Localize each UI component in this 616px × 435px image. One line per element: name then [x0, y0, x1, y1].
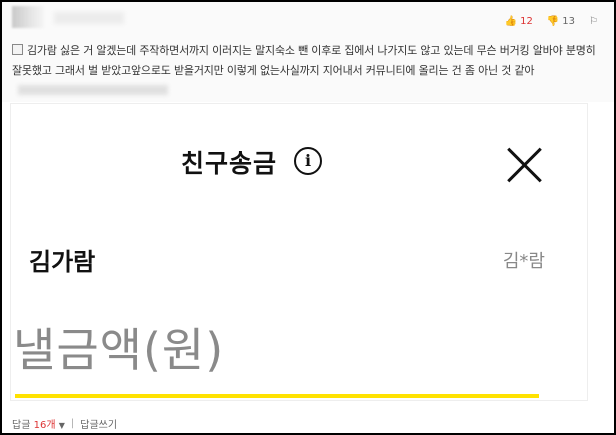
comment-body: 김가람 싫은 거 알겠는데 주작하면서까지 이러지는 말지숙소 뺀 이후로 집에…: [12, 41, 608, 101]
reply-label: 답글: [12, 420, 31, 431]
comment-text: 김가람 싫은 거 알겠는데 주작하면서까지 이러지는 말지숙소 뺀 이후로 집에…: [12, 44, 596, 77]
thumbs-up-icon: 👍: [504, 15, 518, 27]
chevron-down-icon: ▼: [58, 421, 65, 430]
blurred-text: [18, 85, 168, 95]
recipient-name: 김가람: [29, 248, 96, 276]
comment-post: 👍 12 👎 13 ⚐ 김가람 싫은 거 알겠는데 주작하면서까지 이러지는 말…: [2, 2, 614, 102]
avatar[interactable]: [12, 6, 44, 28]
info-icon[interactable]: i: [294, 147, 322, 175]
screenshot-frame: 👍 12 👎 13 ⚐ 김가람 싫은 거 알겠는데 주작하면서까지 이러지는 말…: [0, 0, 616, 435]
write-reply-button[interactable]: 답글쓰기: [80, 416, 117, 431]
divider: |: [70, 418, 75, 429]
close-icon[interactable]: [507, 148, 541, 182]
report-icon: ⚐: [589, 15, 598, 27]
reply-toggle[interactable]: 답글 16개 ▼: [12, 416, 65, 431]
amount-input-underline: [15, 394, 539, 398]
report-button[interactable]: ⚐: [589, 15, 598, 27]
downvote-count: 13: [562, 16, 576, 27]
embedded-transfer-screenshot: 친구송금 i 김가람 김*람 낼금액(원): [10, 103, 588, 401]
downvote-button[interactable]: 👎 13: [547, 16, 575, 27]
amount-input-placeholder[interactable]: 낼금액(원): [13, 314, 224, 380]
reply-count: 16개: [33, 420, 56, 431]
comment-footer: 답글 16개 ▼ | 답글쓰기: [12, 416, 117, 431]
thumbs-down-icon: 👎: [546, 15, 560, 27]
recipient-masked-name: 김*람: [502, 251, 545, 272]
author-name-blurred: [54, 12, 124, 24]
comment-badge-icon: [12, 44, 23, 55]
vote-bar: 👍 12 👎 13 ⚐: [505, 16, 598, 27]
upvote-count: 12: [520, 16, 533, 27]
upvote-button[interactable]: 👍 12: [505, 16, 533, 27]
page-title: 친구송금: [181, 149, 278, 178]
